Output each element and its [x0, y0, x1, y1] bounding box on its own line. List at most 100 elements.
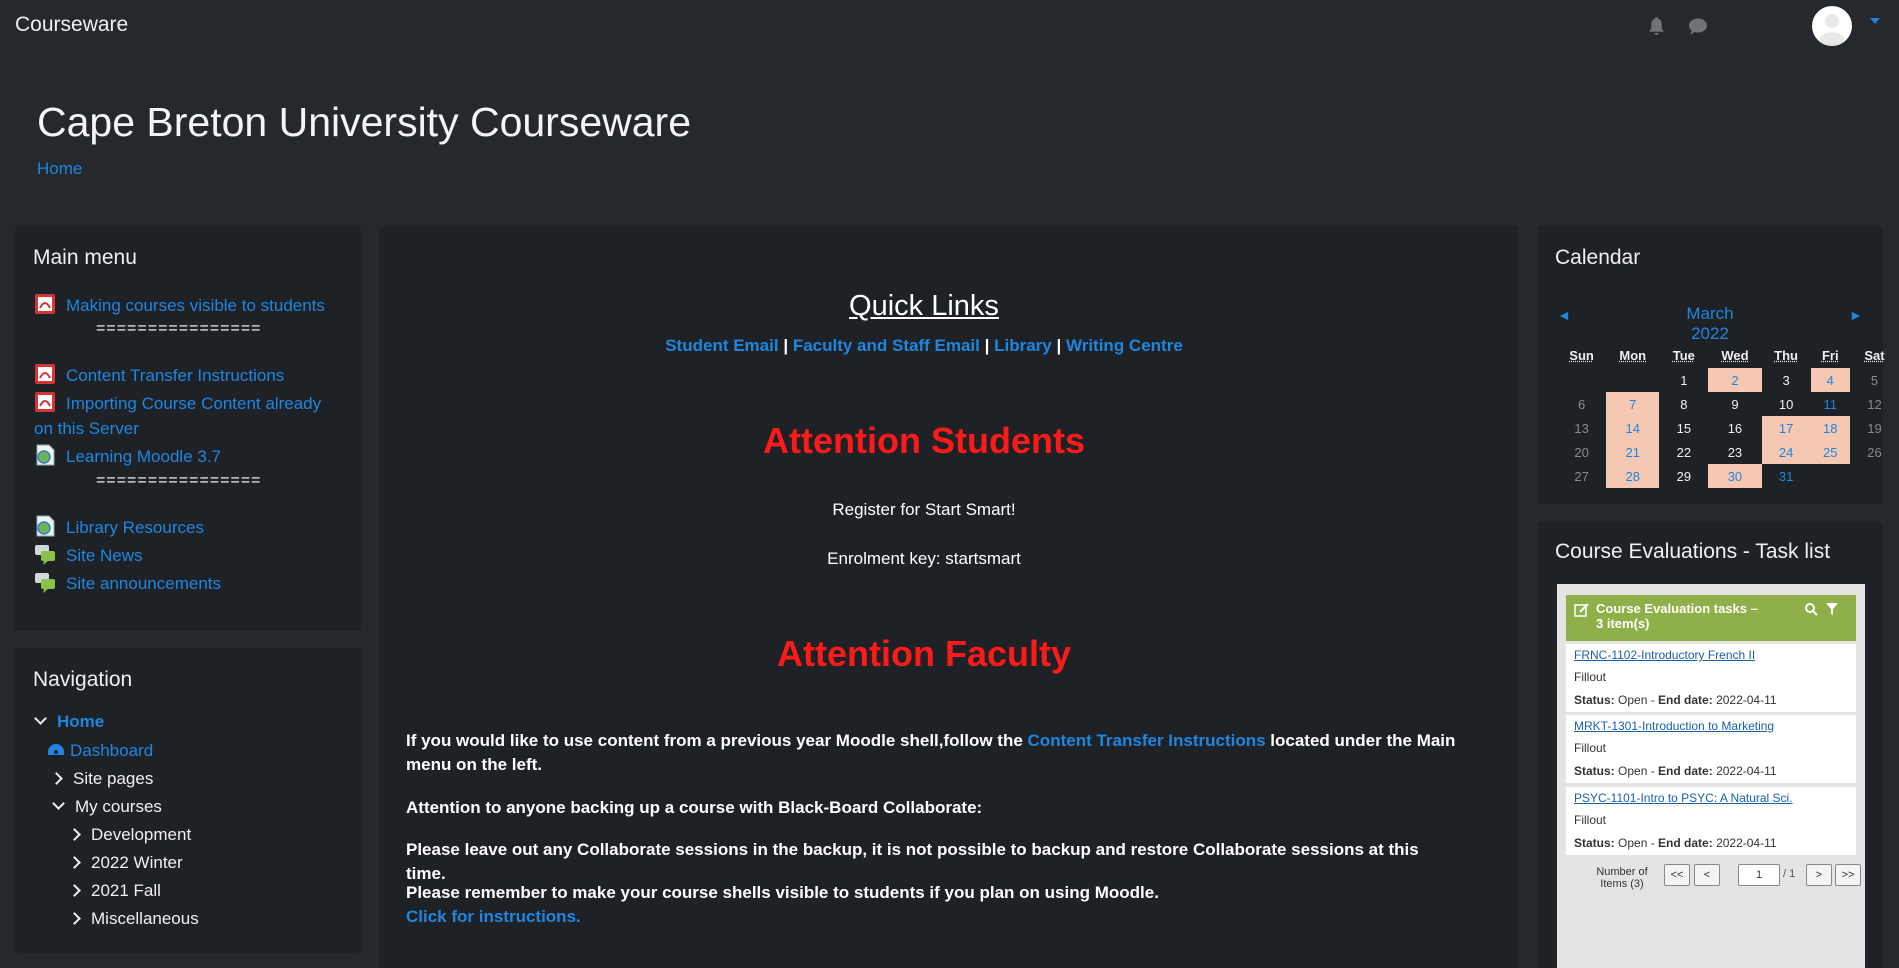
chevron-right-icon [68, 912, 81, 925]
menu-item-label[interactable]: Site announcements [66, 574, 221, 593]
menu-item-label[interactable]: Making courses visible to students [66, 296, 325, 315]
course-eval-tasks-bar: Course Evaluation tasks – 3 item(s) [1566, 595, 1856, 641]
calendar-day: 10 [1778, 396, 1794, 412]
visibility-reminder-paragraph: Please remember to make your course shel… [406, 881, 1456, 929]
calendar-empty-cell [1557, 368, 1606, 392]
menu-item-label[interactable]: Library Resources [66, 518, 204, 537]
calendar-day-header: Sun [1569, 347, 1594, 363]
first-page-button[interactable]: << [1664, 864, 1690, 886]
calendar-day[interactable]: 21 [1606, 440, 1660, 464]
content-transfer-link[interactable]: Content Transfer Instructions [1028, 731, 1266, 750]
nav-home[interactable]: Home [34, 712, 104, 732]
nav-course-miscellaneous[interactable]: Miscellaneous [68, 909, 199, 929]
nav-course-2022-winter[interactable]: 2022 Winter [68, 853, 183, 873]
menu-item-label[interactable]: Learning Moodle 3.7 [66, 447, 221, 466]
menu-item-making-courses-visible[interactable]: Making courses visible to students [34, 293, 344, 318]
task-card: FRNC-1102-Introductory French II Fillout… [1566, 644, 1856, 712]
task-card: PSYC-1101-Intro to PSYC: A Natural Sci. … [1566, 787, 1856, 855]
calendar-day: 29 [1676, 468, 1692, 484]
link-separator: | [1056, 336, 1062, 355]
course-eval-widget: Course Evaluation tasks – 3 item(s) FRNC… [1557, 584, 1865, 968]
link-library[interactable]: Library [994, 336, 1052, 355]
task-course-link[interactable]: FRNC-1102-Introductory French II [1574, 648, 1755, 662]
chat-icon[interactable] [1688, 17, 1708, 36]
navigation-title: Navigation [33, 668, 133, 691]
calendar-day[interactable]: 25 [1810, 440, 1850, 464]
nav-course-label[interactable]: Development [91, 825, 191, 844]
calendar-next-arrow-icon[interactable]: ► [1849, 307, 1863, 323]
breadcrumb-home[interactable]: Home [37, 159, 82, 179]
calendar-table: Sun Mon Tue Wed Thu Fri Sat 1 2 3 4 5 6 7 8 9 10 11 12 13 1… [1557, 342, 1899, 488]
nav-dashboard[interactable]: Dashboard [46, 741, 153, 761]
pdf-icon [34, 293, 56, 315]
collaborate-attention-text: Attention to anyone backing up a course … [406, 798, 983, 817]
chevron-right-icon [50, 772, 63, 785]
menu-item-label[interactable]: Site News [66, 546, 143, 565]
calendar-prev-arrow-icon[interactable]: ◄ [1557, 307, 1571, 323]
search-icon[interactable] [1804, 602, 1818, 616]
task-status: Status: Open - End date: 2022-04-11 [1574, 693, 1777, 707]
menu-item-label[interactable]: Content Transfer Instructions [66, 366, 284, 385]
nav-site-pages[interactable]: Site pages [50, 769, 153, 789]
user-avatar[interactable] [1812, 6, 1852, 46]
nav-course-label[interactable]: 2021 Fall [91, 881, 161, 900]
menu-item-content-transfer[interactable]: Content Transfer Instructions [34, 363, 344, 388]
calendar-day[interactable]: 17 [1761, 416, 1811, 440]
calendar-day: 26 [1867, 444, 1882, 460]
task-status: Status: Open - End date: 2022-04-11 [1574, 836, 1777, 850]
menu-item-site-announcements[interactable]: Site announcements [34, 571, 344, 596]
calendar-day[interactable]: 2 [1708, 368, 1762, 392]
nav-course-development[interactable]: Development [68, 825, 191, 845]
attention-students-heading: Attention Students [763, 420, 1085, 461]
user-menu-caret-icon[interactable] [1870, 18, 1880, 24]
nav-dashboard-label[interactable]: Dashboard [70, 741, 153, 760]
calendar-day[interactable]: 18 [1810, 416, 1850, 440]
nav-my-courses-label[interactable]: My courses [75, 797, 162, 816]
link-writing-centre[interactable]: Writing Centre [1066, 336, 1183, 355]
calendar-empty-cell [1850, 464, 1899, 488]
calendar-day: 8 [1680, 396, 1688, 412]
calendar-day[interactable]: 11 [1811, 392, 1850, 416]
menu-item-site-news[interactable]: Site News [34, 543, 344, 568]
task-course-link[interactable]: MRKT-1301-Introduction to Marketing [1574, 719, 1774, 733]
nav-site-pages-label[interactable]: Site pages [73, 769, 153, 788]
calendar-day[interactable]: 30 [1708, 464, 1762, 488]
calendar-month-link[interactable]: March 2022 [1668, 304, 1752, 344]
task-type: Fillout [1574, 670, 1607, 684]
calendar-day[interactable]: 14 [1606, 416, 1660, 440]
quick-links-title: Quick Links [849, 290, 999, 322]
task-course-link[interactable]: PSYC-1101-Intro to PSYC: A Natural Sci. [1574, 791, 1793, 805]
nav-course-label[interactable]: 2022 Winter [91, 853, 183, 872]
calendar-day[interactable]: 28 [1606, 464, 1660, 488]
calendar-day[interactable]: 31 [1762, 464, 1811, 488]
menu-item-importing-content[interactable]: Importing Course Content already on this… [34, 391, 344, 441]
nav-course-label[interactable]: Miscellaneous [91, 909, 199, 928]
site-brand[interactable]: Courseware [15, 13, 128, 37]
menu-separator: ================ [96, 472, 262, 489]
menu-item-label[interactable]: Importing Course Content already on this… [34, 394, 321, 438]
menu-separator: ================ [96, 320, 262, 337]
prev-page-button[interactable]: < [1694, 864, 1720, 886]
page-number-input[interactable]: 1 [1738, 864, 1780, 886]
filter-icon[interactable] [1825, 602, 1839, 616]
last-page-button[interactable]: >> [1835, 864, 1861, 886]
calendar-day[interactable]: 24 [1761, 440, 1811, 464]
calendar-day[interactable]: 7 [1606, 392, 1660, 416]
chevron-right-icon [68, 856, 81, 869]
nav-my-courses[interactable]: My courses [52, 797, 162, 817]
main-menu-title: Main menu [33, 246, 137, 269]
chevron-right-icon [68, 884, 81, 897]
calendar-day: 19 [1867, 420, 1882, 436]
link-faculty-staff-email[interactable]: Faculty and Staff Email [793, 336, 980, 355]
bell-icon[interactable] [1648, 17, 1665, 36]
click-for-instructions-link[interactable]: Click for instructions. [406, 907, 581, 926]
menu-item-library-resources[interactable]: Library Resources [34, 515, 344, 540]
quick-links-row: Student Email | Faculty and Staff Email … [379, 336, 1469, 356]
calendar-day-header: Sat [1864, 347, 1885, 363]
menu-item-learning-moodle[interactable]: Learning Moodle 3.7 [34, 444, 344, 469]
calendar-day[interactable]: 4 [1810, 368, 1850, 392]
nav-home-label[interactable]: Home [57, 712, 104, 731]
link-student-email[interactable]: Student Email [665, 336, 778, 355]
next-page-button[interactable]: > [1806, 864, 1832, 886]
nav-course-2021-fall[interactable]: 2021 Fall [68, 881, 161, 901]
